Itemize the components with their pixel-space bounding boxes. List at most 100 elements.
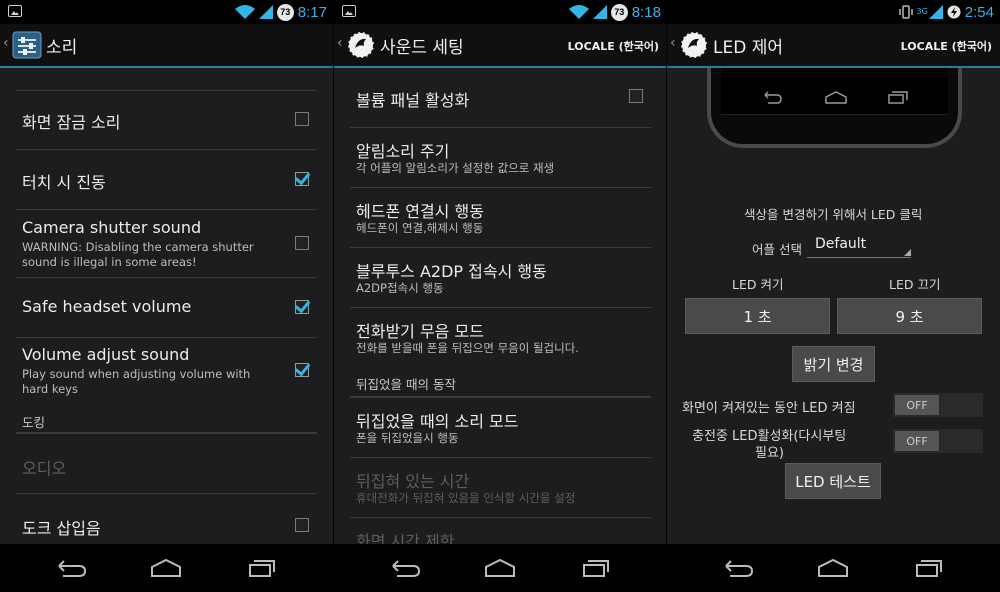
toggle-state: OFF <box>895 431 939 451</box>
home-icon[interactable] <box>817 558 849 578</box>
gallery-notification-icon <box>342 5 356 17</box>
signal-icon <box>258 5 273 19</box>
settings-list: 볼륨 패널 활성화 알림소리 주기 각 어플의 알림소리가 설정한 값으로 재생… <box>334 68 667 544</box>
screen-on-led-toggle[interactable]: OFF <box>893 393 983 417</box>
home-icon[interactable] <box>484 558 516 578</box>
list-item-call-mute[interactable]: 전화받기 무음 모드 전화를 받을때 폰을 뒤집으면 무음이 될겁니다. <box>350 308 651 367</box>
list-item-notification-interval[interactable]: 알림소리 주기 각 어플의 알림소리가 설정한 값으로 재생 <box>350 128 651 188</box>
charging-led-label-line2: 필요) <box>755 446 784 461</box>
up-chevron-icon[interactable]: ‹ <box>670 35 676 51</box>
checkbox[interactable] <box>295 172 309 186</box>
wifi-icon <box>234 5 255 19</box>
phone-recent-icon <box>888 91 908 104</box>
checkbox[interactable] <box>295 363 309 377</box>
screen-on-led-label: 화면이 켜져있는 동안 LED 켜짐 <box>682 401 856 416</box>
led-off-duration-button[interactable]: 9 초 <box>837 298 982 334</box>
back-icon[interactable] <box>722 558 754 578</box>
section-header-flip: 뒤집었을 때의 동작 <box>350 368 651 398</box>
clock: 8:18 <box>631 3 661 21</box>
section-title: 도킹 <box>22 415 46 430</box>
item-title: 블루투스 A2DP 접속시 행동 <box>356 262 547 281</box>
wifi-icon <box>568 5 589 19</box>
checkbox[interactable] <box>629 89 643 103</box>
led-on-label: LED 켜기 <box>732 277 784 292</box>
home-icon[interactable] <box>150 558 182 578</box>
item-title: Camera shutter sound <box>22 218 202 237</box>
list-item-bluetooth-a2dp[interactable]: 블루투스 A2DP 접속시 행동 A2DP접속시 행동 <box>350 248 651 308</box>
list-item-screen-timeout: 화면 시간 제한 <box>350 518 651 544</box>
battery-charging-icon <box>947 5 961 19</box>
screen-title: 소리 <box>46 38 78 58</box>
item-summary: A2DP접속시 행동 <box>356 281 444 295</box>
recent-apps-icon[interactable] <box>246 558 278 578</box>
action-bar: ‹ LED 제어 LOCALE (한국어) <box>667 24 1000 68</box>
phone-home-icon <box>825 91 847 104</box>
item-summary: 폰을 뒤집었을시 행동 <box>356 431 459 445</box>
item-summary: 각 어플의 알림소리가 설정한 값으로 재생 <box>356 161 555 175</box>
list-divider <box>16 68 317 91</box>
status-bar: 73 8:18 <box>334 0 667 24</box>
back-icon[interactable] <box>389 558 421 578</box>
signal-icon <box>928 5 943 19</box>
clock: 8:17 <box>297 3 327 21</box>
toggle-state: OFF <box>895 395 939 415</box>
checkbox[interactable] <box>295 518 309 532</box>
list-item-dock-insert[interactable]: 도크 삽입음 <box>16 494 317 544</box>
list-item-touch-vibrate[interactable]: 터치 시 진동 <box>16 150 317 210</box>
list-item-lock-sound[interactable]: 화면 잠금 소리 <box>16 90 317 150</box>
sound-settings-icon[interactable] <box>12 30 42 60</box>
item-title: Safe headset volume <box>22 297 192 316</box>
navigation-bar <box>0 544 333 592</box>
item-title: Volume adjust sound <box>22 345 190 364</box>
signal-icon <box>592 5 607 19</box>
checkbox[interactable] <box>295 300 309 314</box>
item-summary: 휴대전화가 뒤집혀 있음을 인식할 시간을 설정 <box>356 491 576 505</box>
checkbox[interactable] <box>295 236 309 250</box>
list-item-headphone-action[interactable]: 헤드폰 연결시 행동 헤드폰이 연결,해제시 행동 <box>350 188 651 248</box>
item-title: 뒤집었을 때의 소리 모드 <box>356 412 519 431</box>
led-test-button[interactable]: LED 테스트 <box>785 463 881 499</box>
brightness-button[interactable]: 밝기 변경 <box>792 346 875 382</box>
item-title: 알림소리 주기 <box>356 142 450 161</box>
list-item-flip-sound-mode[interactable]: 뒤집었을 때의 소리 모드 폰을 뒤집었을시 행동 <box>350 398 651 458</box>
battery-level-badge: 73 <box>610 3 628 21</box>
item-title: 화면 잠금 소리 <box>22 113 121 132</box>
back-icon[interactable] <box>55 558 87 578</box>
checkbox[interactable] <box>295 112 309 126</box>
item-title: 화면 시간 제한 <box>356 532 455 544</box>
list-item-flip-time: 뒤집혀 있는 시간 휴대전화가 뒤집혀 있음을 인식할 시간을 설정 <box>350 458 651 518</box>
locale-menu[interactable]: LOCALE (한국어) <box>901 38 992 54</box>
app-select-label: 어플 선택 <box>752 242 802 257</box>
up-chevron-icon[interactable]: ‹ <box>337 35 343 51</box>
status-bar: 3G 2:54 <box>667 0 1000 24</box>
app-logo-icon[interactable] <box>679 30 709 60</box>
item-summary: 헤드폰이 연결,해제시 행동 <box>356 221 484 235</box>
sound-settings-panel: 73 8:17 ‹ 소리 화면 잠금 소리 터치 시 진동 Camera shu… <box>0 0 333 592</box>
led-phone-preview[interactable] <box>707 68 962 148</box>
phone-back-icon <box>764 91 782 104</box>
app-select-spinner[interactable]: Default <box>807 235 911 258</box>
recent-apps-icon[interactable] <box>580 558 612 578</box>
list-item-audio: 오디오 <box>16 434 317 494</box>
app-select-value: Default <box>815 236 867 252</box>
vibrate-icon <box>898 5 913 19</box>
item-title: 터치 시 진동 <box>22 173 106 192</box>
charging-led-toggle[interactable]: OFF <box>893 429 983 453</box>
led-on-duration-button[interactable]: 1 초 <box>685 298 830 334</box>
list-item-safe-headset[interactable]: Safe headset volume <box>16 278 317 338</box>
recent-apps-icon[interactable] <box>913 558 945 578</box>
screen-title: 사운드 세팅 <box>380 38 464 58</box>
list-item-camera-shutter[interactable]: Camera shutter sound WARNING: Disabling … <box>16 210 317 278</box>
led-off-label: LED 끄기 <box>889 277 941 292</box>
locale-menu[interactable]: LOCALE (한국어) <box>568 38 659 54</box>
list-item-volume-panel[interactable]: 볼륨 패널 활성화 <box>350 68 651 128</box>
item-title: 뒤집혀 있는 시간 <box>356 472 470 491</box>
navigation-bar <box>667 544 1000 592</box>
clock: 2:54 <box>964 3 994 21</box>
up-chevron-icon[interactable]: ‹ <box>3 35 9 51</box>
item-title: 도크 삽입음 <box>22 519 101 538</box>
gallery-notification-icon <box>8 5 22 17</box>
app-logo-icon[interactable] <box>346 30 376 60</box>
section-header-dock: 도킹 <box>16 406 317 434</box>
list-item-volume-adjust[interactable]: Volume adjust sound Play sound when adju… <box>16 338 317 404</box>
